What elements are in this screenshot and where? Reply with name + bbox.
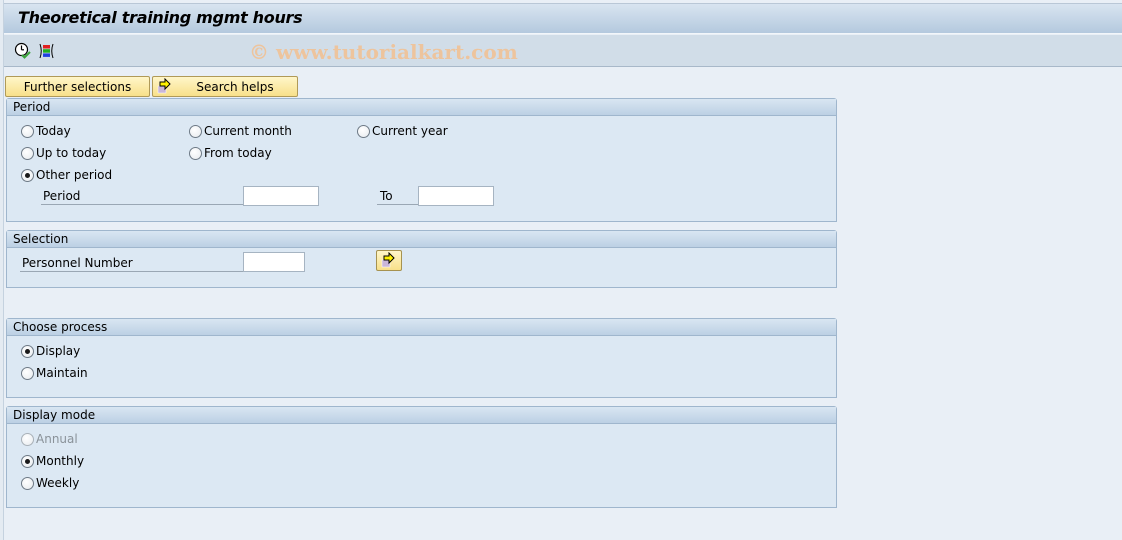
radio-label: Up to today [36,146,107,160]
choose-process-group-title: Choose process [7,319,836,336]
radio-label: Maintain [36,366,88,380]
radio-other-period[interactable]: Other period [21,167,112,183]
application-toolbar: © www.tutorialkart.com [4,35,1122,67]
personnel-number-input[interactable] [243,252,305,272]
radio-current-month[interactable]: Current month [189,123,292,139]
radio-circle-checked[interactable] [21,344,34,358]
radio-circle[interactable] [189,146,202,160]
period-to-input[interactable] [418,186,494,206]
window-left-edge [0,0,4,540]
arrow-right-icon [157,77,173,94]
selection-group-title: Selection [7,231,836,248]
multiple-selection-button[interactable] [376,250,402,271]
page-title: Theoretical training mgmt hours [18,8,303,27]
radio-circle-checked[interactable] [21,454,34,468]
period-from-label: Period [41,187,243,205]
choose-process-group: Choose process Display Maintain [6,318,837,398]
radio-circle[interactable] [21,124,34,138]
radio-weekly[interactable]: Weekly [21,475,79,491]
search-helps-button[interactable]: Search helps [152,76,298,97]
selection-variant-icon[interactable] [38,42,56,60]
radio-up-to-today[interactable]: Up to today [21,145,106,161]
radio-circle[interactable] [21,366,34,380]
radio-label: Current month [204,124,292,138]
radio-label: From today [204,146,272,160]
further-selections-button[interactable]: Further selections [5,76,150,97]
further-selections-label: Further selections [23,79,132,94]
personnel-number-label: Personnel Number [20,254,243,272]
radio-circle[interactable] [21,146,34,160]
radio-from-today[interactable]: From today [189,145,272,161]
radio-current-year[interactable]: Current year [357,123,448,139]
radio-label: Other period [36,168,113,182]
execute-clock-icon[interactable] [14,42,32,60]
selection-group: Selection Personnel Number [6,230,837,288]
watermark-text: © www.tutorialkart.com [249,40,518,64]
period-group: Period Today Current month Current year … [6,98,837,222]
radio-label: Monthly [36,454,85,468]
radio-circle[interactable] [189,124,202,138]
radio-circle-checked[interactable] [21,168,34,182]
title-bar: Theoretical training mgmt hours [4,3,1122,34]
radio-circle[interactable] [21,476,34,490]
period-from-input[interactable] [243,186,319,206]
radio-annual: Annual [21,431,78,447]
radio-label: Current year [372,124,448,138]
radio-label: Annual [36,432,78,446]
radio-monthly[interactable]: Monthly [21,453,84,469]
period-to-label: To [377,187,418,205]
display-mode-group: Display mode Annual Monthly Weekly [6,406,837,508]
radio-maintain[interactable]: Maintain [21,365,88,381]
radio-display[interactable]: Display [21,343,80,359]
radio-label: Weekly [36,476,80,490]
radio-circle-disabled [21,432,34,446]
search-helps-label: Search helps [196,79,274,94]
display-mode-group-title: Display mode [7,407,836,424]
radio-label: Today [36,124,71,138]
radio-circle[interactable] [357,124,370,138]
arrow-right-icon [381,252,395,268]
radio-today[interactable]: Today [21,123,71,139]
radio-label: Display [36,344,81,358]
period-group-title: Period [7,99,836,116]
